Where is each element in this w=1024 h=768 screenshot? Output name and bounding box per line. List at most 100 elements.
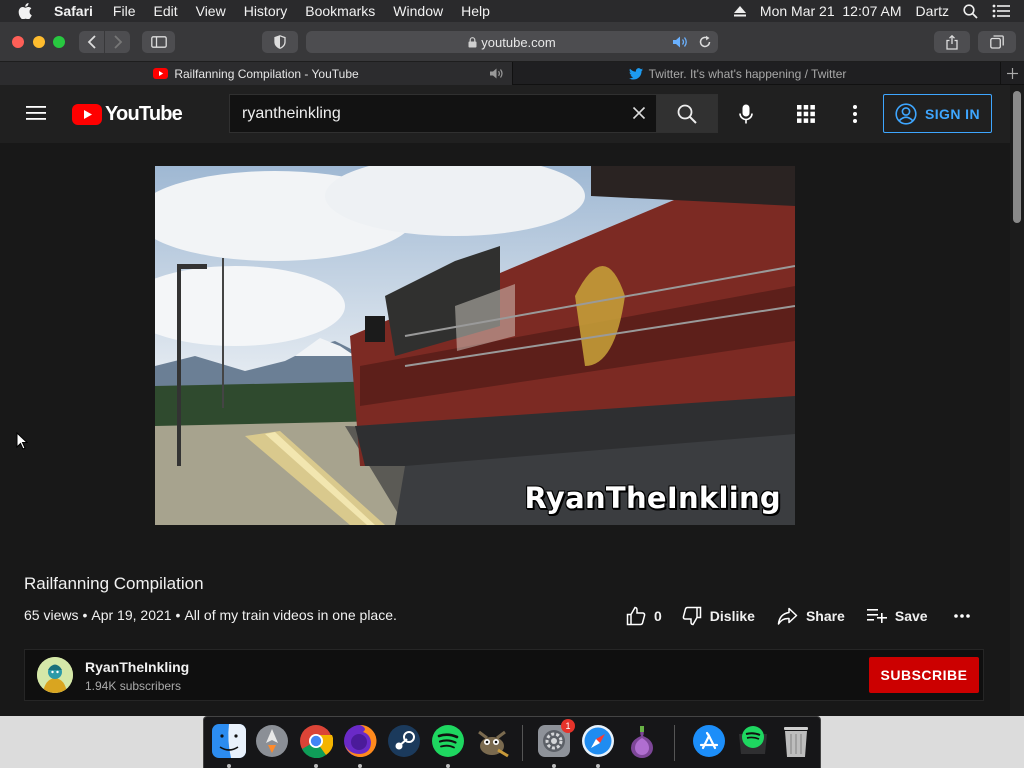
- lock-icon: [468, 36, 477, 48]
- tab-mute-audio-icon[interactable]: [489, 67, 506, 80]
- reload-icon[interactable]: [698, 35, 712, 49]
- menu-view[interactable]: View: [196, 3, 226, 19]
- clear-search-icon[interactable]: [632, 106, 646, 120]
- finder-icon[interactable]: [210, 722, 248, 760]
- menubar-user[interactable]: Dartz: [916, 3, 949, 19]
- video-player[interactable]: RyanTheInkling: [155, 166, 795, 525]
- spotlight-search-icon[interactable]: [963, 3, 978, 19]
- menu-bar: Safari File Edit View History Bookmarks …: [0, 0, 1024, 22]
- share-icon: [946, 34, 958, 50]
- save-button[interactable]: Save: [866, 608, 928, 624]
- audio-playing-icon[interactable]: [672, 35, 690, 49]
- scrollbar-thumb[interactable]: [1013, 91, 1021, 223]
- subscriber-count: 1.94K subscribers: [85, 679, 182, 693]
- forward-button[interactable]: [105, 31, 130, 53]
- share-video-button[interactable]: Share: [777, 607, 845, 625]
- safari-running-indicator: [596, 764, 600, 768]
- gimp-icon[interactable]: [473, 722, 511, 760]
- channel-avatar-icon: [37, 657, 73, 693]
- app-store-icon[interactable]: [690, 722, 728, 760]
- youtube-logo-icon: [72, 104, 102, 125]
- address-bar[interactable]: youtube.com: [306, 31, 718, 53]
- launchpad-icon[interactable]: [253, 722, 291, 760]
- system-preferences-icon[interactable]: 1: [535, 719, 575, 760]
- search-button[interactable]: [656, 94, 718, 133]
- privacy-report-button[interactable]: [262, 31, 298, 53]
- safari-icon[interactable]: [579, 722, 617, 760]
- back-button[interactable]: [79, 31, 104, 53]
- channel-name[interactable]: RyanTheInkling: [85, 659, 189, 675]
- more-actions-icon[interactable]: [953, 614, 970, 618]
- menubar-clock[interactable]: Mon Mar 21 12:07 AM: [760, 3, 902, 19]
- thumbs-up-icon: [626, 606, 646, 626]
- video-frame-train: [155, 166, 795, 525]
- search-input[interactable]: ryantheinkling: [229, 94, 656, 133]
- twitter-favicon-icon: [628, 67, 643, 80]
- finder-running-indicator: [227, 764, 231, 768]
- firefox-icon[interactable]: [341, 722, 379, 760]
- control-center-icon[interactable]: [992, 4, 1010, 18]
- video-watermark: RyanTheInkling: [524, 481, 781, 515]
- dock-separator: [522, 725, 523, 761]
- menu-bookmarks[interactable]: Bookmarks: [305, 3, 375, 19]
- menu-history[interactable]: History: [244, 3, 288, 19]
- view-count: 65 views: [24, 607, 79, 623]
- guide-menu-icon[interactable]: [26, 105, 46, 121]
- upload-date: Apr 19, 2021: [91, 607, 172, 623]
- youtube-logo[interactable]: YouTube: [72, 103, 183, 126]
- plus-icon: [1007, 68, 1018, 79]
- menu-window[interactable]: Window: [393, 3, 443, 19]
- new-tab-button[interactable]: [1000, 62, 1024, 85]
- tab-twitter[interactable]: Twitter. It's what's happening / Twitter: [512, 62, 962, 85]
- apple-menu-icon[interactable]: [18, 3, 36, 19]
- tab-overview-button[interactable]: [978, 31, 1016, 53]
- youtube-wordmark: YouTube: [105, 103, 183, 125]
- dislike-label: Dislike: [709, 608, 755, 624]
- share-button[interactable]: [934, 31, 970, 53]
- spotify-icon[interactable]: [429, 722, 467, 760]
- eject-icon[interactable]: [733, 5, 746, 17]
- mouse-cursor-icon: [16, 431, 29, 455]
- like-button[interactable]: 0: [626, 606, 662, 626]
- subscribe-button[interactable]: SUBSCRIBE: [869, 657, 979, 693]
- menu-help[interactable]: Help: [461, 3, 490, 19]
- video-title: Railfanning Compilation: [24, 574, 204, 593]
- menu-safari[interactable]: Safari: [54, 3, 93, 19]
- tab-bar: Railfanning Compilation - YouTube Twitte…: [0, 62, 1024, 85]
- menu-edit[interactable]: Edit: [153, 3, 177, 19]
- sidebar-toggle-button[interactable]: [142, 31, 175, 53]
- channel-owner-row: RyanTheInkling 1.94K subscribers SUBSCRI…: [24, 649, 984, 701]
- like-count: 0: [654, 608, 662, 624]
- youtube-apps-icon[interactable]: [797, 105, 815, 123]
- chrome-running-indicator: [314, 764, 318, 768]
- youtube-page: YouTube ryantheinkling SIGN IN RyanTheIn…: [0, 85, 1024, 716]
- search-icon: [677, 104, 697, 124]
- system-preferences-badge: 1: [561, 719, 575, 733]
- menu-file[interactable]: File: [113, 3, 136, 19]
- address-url: youtube.com: [481, 34, 556, 50]
- chevron-right-icon: [113, 35, 122, 49]
- safari-toolbar: youtube.com: [0, 22, 1024, 62]
- dock: 1: [203, 716, 821, 768]
- search-query: ryantheinkling: [242, 104, 341, 122]
- system-preferences-running-indicator: [552, 764, 556, 768]
- chevron-left-icon: [87, 35, 96, 49]
- trash-icon[interactable]: [777, 722, 815, 760]
- steam-icon[interactable]: [385, 722, 423, 760]
- channel-avatar[interactable]: [37, 657, 73, 693]
- close-window-button[interactable]: [12, 36, 24, 48]
- minimize-window-button[interactable]: [33, 36, 45, 48]
- dislike-button[interactable]: Dislike: [682, 606, 755, 626]
- page-scrollbar[interactable]: [1010, 85, 1024, 716]
- share-arrow-icon: [777, 607, 798, 625]
- settings-more-icon[interactable]: [852, 104, 858, 124]
- tor-icon[interactable]: [623, 722, 661, 760]
- voice-search-button[interactable]: [730, 98, 762, 130]
- spotify-downloads-icon[interactable]: [734, 722, 772, 760]
- chrome-icon[interactable]: [297, 722, 335, 760]
- sign-in-button[interactable]: SIGN IN: [883, 94, 992, 133]
- zoom-window-button[interactable]: [53, 36, 65, 48]
- firefox-running-indicator: [358, 764, 362, 768]
- share-label: Share: [805, 608, 845, 624]
- tab-youtube[interactable]: Railfanning Compilation - YouTube: [0, 62, 512, 85]
